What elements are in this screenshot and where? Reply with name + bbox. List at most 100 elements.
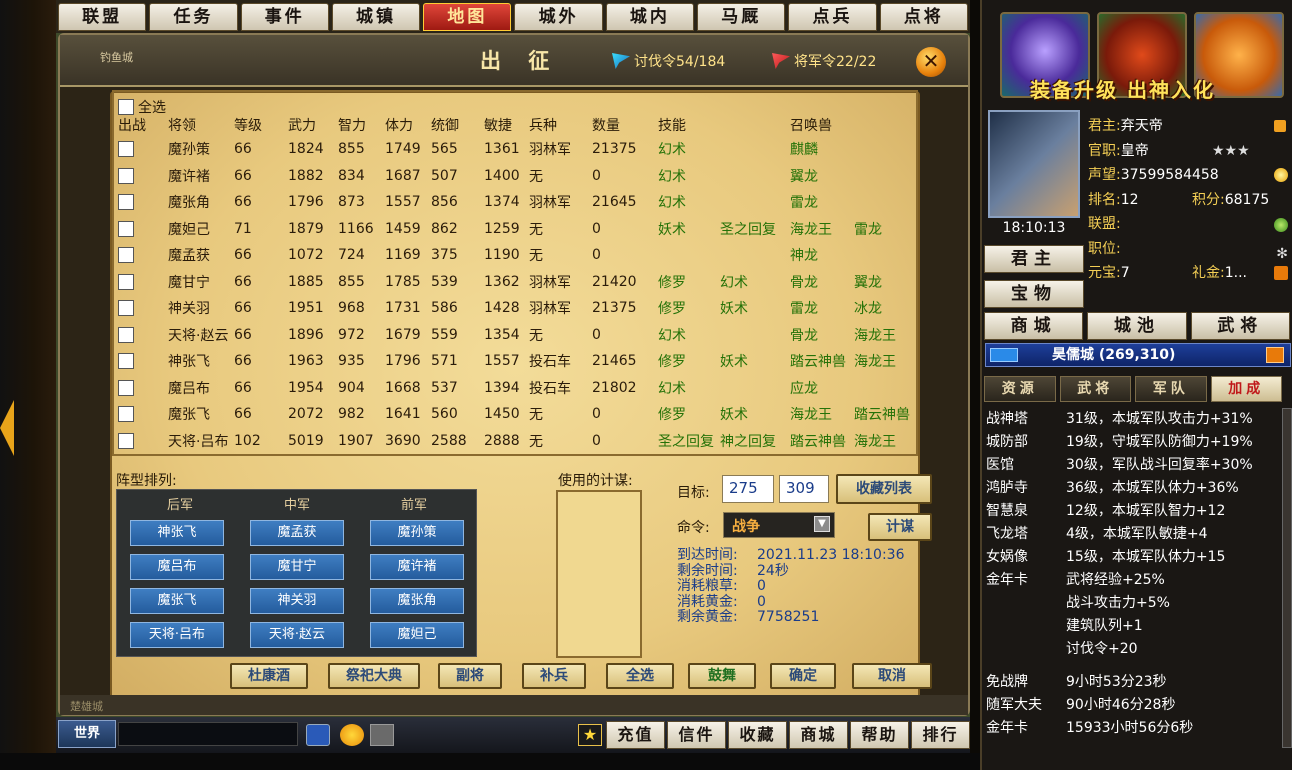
- row-checkbox[interactable]: [118, 167, 134, 184]
- action-button-1[interactable]: 祭祀大典: [328, 663, 420, 689]
- gear-icon[interactable]: ✻: [1276, 242, 1288, 267]
- bottom-button-3[interactable]: 商城: [789, 721, 848, 749]
- shop-button[interactable]: 商城: [984, 312, 1084, 340]
- row-checkbox[interactable]: [118, 220, 134, 237]
- color-picker-icon[interactable]: [370, 724, 394, 746]
- right-tab-0[interactable]: 资源: [984, 376, 1056, 402]
- strategy-list[interactable]: [556, 490, 642, 658]
- nav-tab-5[interactable]: 城外: [514, 3, 603, 31]
- buff-scrollbar[interactable]: [1282, 408, 1292, 748]
- enter-icon[interactable]: [306, 724, 330, 746]
- row-checkbox[interactable]: [118, 326, 134, 343]
- table-row[interactable]: 魔甘宁 66 1885 855 1785 539 1362 羽林军 21420 修罗 幻术 骨龙 翼龙: [118, 269, 920, 296]
- formation-slot[interactable]: 天将·吕布: [130, 622, 224, 648]
- row-checkbox[interactable]: [118, 247, 134, 264]
- row-checkbox[interactable]: [118, 141, 134, 158]
- nav-tab-3[interactable]: 城镇: [331, 3, 421, 31]
- row-checkbox[interactable]: [118, 300, 134, 317]
- sun-icon[interactable]: [1274, 168, 1288, 182]
- general-name[interactable]: 魔张角: [168, 189, 234, 216]
- bottom-button-5[interactable]: 排行: [911, 721, 970, 749]
- row-checkbox[interactable]: [118, 406, 134, 423]
- close-button[interactable]: ✕: [916, 47, 946, 77]
- bottom-button-4[interactable]: 帮助: [850, 721, 909, 749]
- favorites-list-button[interactable]: 收藏列表: [836, 474, 932, 504]
- plan-button[interactable]: 计谋: [868, 513, 932, 541]
- general-name[interactable]: 天将·吕布: [168, 428, 234, 455]
- action-button-3[interactable]: 补兵: [522, 663, 586, 689]
- formation-slot[interactable]: 魔张角: [370, 588, 464, 614]
- table-row[interactable]: 魔孙策 66 1824 855 1749 565 1361 羽林军 21375 幻术 麒麟: [118, 136, 920, 163]
- general-name[interactable]: 魔孙策: [168, 136, 234, 163]
- formation-slot[interactable]: 魔吕布: [130, 554, 224, 580]
- nav-tab-9[interactable]: 点将: [879, 3, 968, 31]
- star-icon[interactable]: ★: [578, 724, 602, 746]
- city-dropdown-icon[interactable]: [1266, 347, 1284, 363]
- city-button[interactable]: 城池: [1087, 312, 1187, 340]
- table-row[interactable]: 天将·吕布 102 5019 1907 3690 2588 2888 无 0 圣之回复 神之回复 踏云…: [118, 428, 920, 455]
- general-name[interactable]: 魔张飞: [168, 401, 234, 428]
- action-button-2[interactable]: 副将: [438, 663, 502, 689]
- formation-slot[interactable]: 魔孟获: [250, 520, 344, 546]
- table-row[interactable]: 神关羽 66 1951 968 1731 586 1428 羽林军 21375 修罗 妖术 雷龙 冰龙: [118, 295, 920, 322]
- action-button-6[interactable]: 确定: [770, 663, 836, 689]
- general-name[interactable]: 魔孟获: [168, 242, 234, 269]
- bottom-button-2[interactable]: 收藏: [728, 721, 787, 749]
- table-row[interactable]: 魔妲己 71 1879 1166 1459 862 1259 无 0 妖术 圣之回复 海龙王 雷龙: [118, 216, 920, 243]
- row-checkbox[interactable]: [118, 194, 134, 211]
- row-checkbox[interactable]: [118, 379, 134, 396]
- formation-slot[interactable]: 魔孙策: [370, 520, 464, 546]
- general-name[interactable]: 魔吕布: [168, 375, 234, 402]
- action-button-7[interactable]: 取消: [852, 663, 932, 689]
- general-name[interactable]: 神关羽: [168, 295, 234, 322]
- formation-slot[interactable]: 神关羽: [250, 588, 344, 614]
- chevron-down-icon[interactable]: ▼: [814, 516, 830, 532]
- treasure-button[interactable]: 宝物: [984, 280, 1084, 308]
- nav-tab-6[interactable]: 城内: [605, 3, 695, 31]
- general-name[interactable]: 魔妲己: [168, 216, 234, 243]
- equipment-upgrade-banner[interactable]: 装备升级 出神入化: [1000, 12, 1290, 102]
- nav-tab-8[interactable]: 点兵: [788, 3, 877, 31]
- action-button-0[interactable]: 杜康酒: [230, 663, 308, 689]
- table-row[interactable]: 魔张飞 66 2072 982 1641 560 1450 无 0 修罗 妖术 海龙王 踏云神兽: [118, 401, 920, 428]
- general-name[interactable]: 神张飞: [168, 348, 234, 375]
- row-checkbox[interactable]: [118, 353, 134, 370]
- command-select[interactable]: 战争 ▼: [723, 512, 835, 538]
- lock-icon[interactable]: [1274, 120, 1286, 132]
- right-tab-2[interactable]: 军队: [1135, 376, 1207, 402]
- avatar[interactable]: [988, 110, 1080, 218]
- table-row[interactable]: 魔张角 66 1796 873 1557 856 1374 羽林军 21645 幻术 雷龙: [118, 189, 920, 216]
- target-y-input[interactable]: 309: [779, 475, 829, 503]
- select-all-checkbox[interactable]: [118, 99, 134, 115]
- recharge-icon[interactable]: [1274, 266, 1288, 280]
- bottom-button-0[interactable]: 充值: [606, 721, 665, 749]
- right-tab-1[interactable]: 武将: [1059, 376, 1131, 402]
- generals-button[interactable]: 武将: [1190, 312, 1290, 340]
- nav-tab-2[interactable]: 事件: [240, 3, 329, 31]
- action-button-5[interactable]: 鼓舞: [688, 663, 756, 689]
- city-selector[interactable]: 昊儒城 (269,310): [985, 343, 1291, 367]
- lord-button[interactable]: 君主: [984, 245, 1084, 273]
- row-checkbox[interactable]: [118, 273, 134, 290]
- formation-slot[interactable]: 魔许褚: [370, 554, 464, 580]
- nav-tab-1[interactable]: 任务: [149, 3, 238, 31]
- right-tab-3[interactable]: 加成: [1210, 376, 1282, 402]
- table-row[interactable]: 神张飞 66 1963 935 1796 571 1557 投石车 21465 修罗 妖术 踏云神兽海…: [118, 348, 920, 375]
- table-row[interactable]: 魔许褚 66 1882 834 1687 507 1400 无 0 幻术 翼龙: [118, 163, 920, 190]
- general-name[interactable]: 魔许褚: [168, 163, 234, 190]
- formation-slot[interactable]: 魔甘宁: [250, 554, 344, 580]
- general-name[interactable]: 天将·赵云: [168, 322, 234, 349]
- formation-slot[interactable]: 魔张飞: [130, 588, 224, 614]
- row-checkbox[interactable]: [118, 432, 134, 449]
- bottom-button-1[interactable]: 信件: [667, 721, 726, 749]
- action-button-4[interactable]: 全选: [606, 663, 674, 689]
- city-prev-icon[interactable]: [990, 348, 1018, 362]
- formation-slot[interactable]: 天将·赵云: [250, 622, 344, 648]
- table-row[interactable]: 魔吕布 66 1954 904 1668 537 1394 投石车 21802 幻术 应龙: [118, 375, 920, 402]
- chat-input[interactable]: [118, 722, 298, 746]
- general-name[interactable]: 魔甘宁: [168, 269, 234, 296]
- table-row[interactable]: 天将·赵云 66 1896 972 1679 559 1354 无 0 幻术 骨龙 海龙王: [118, 322, 920, 349]
- formation-slot[interactable]: 神张飞: [130, 520, 224, 546]
- emoji-icon[interactable]: [340, 724, 364, 746]
- nav-tab-7[interactable]: 马厩: [697, 3, 786, 31]
